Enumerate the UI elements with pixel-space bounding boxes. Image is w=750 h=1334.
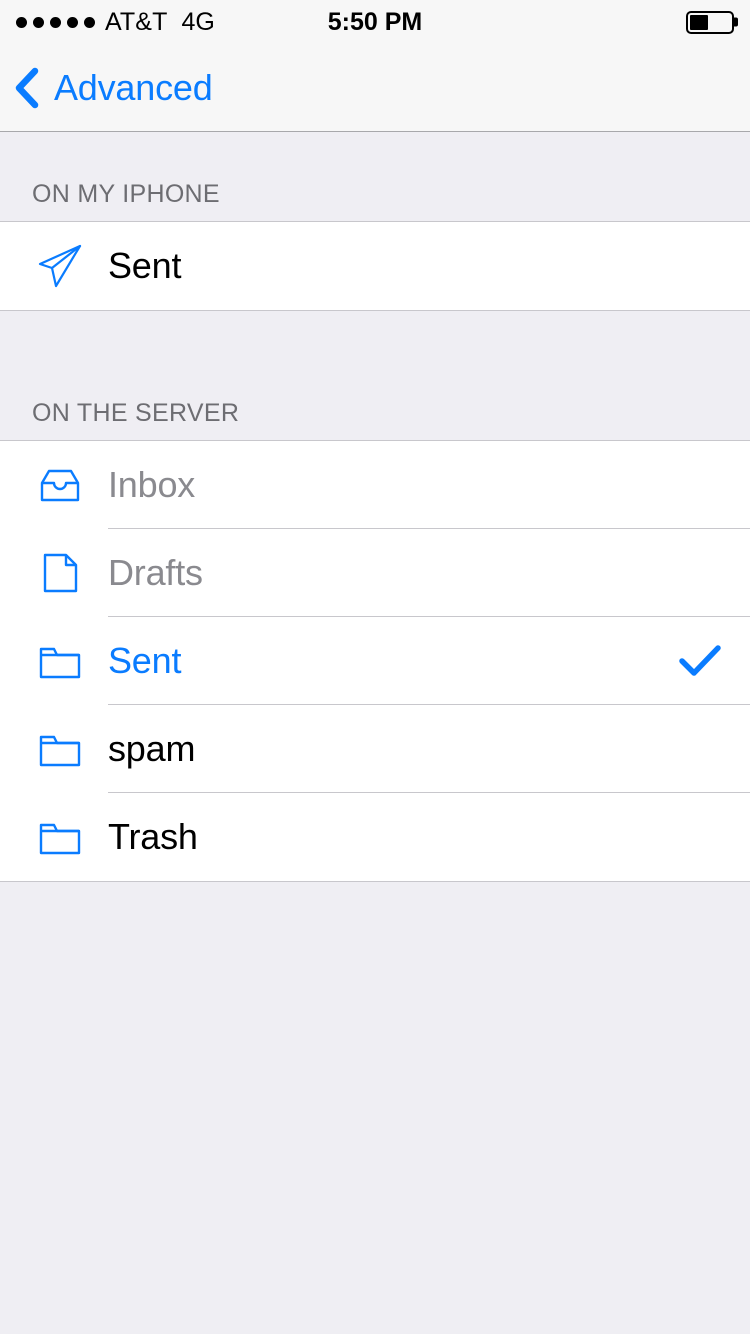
navigation-bar: Advanced — [0, 44, 750, 132]
battery-icon — [686, 10, 738, 34]
chevron-left-icon — [14, 66, 40, 110]
section-on-my-iphone: Sent — [0, 221, 750, 311]
row-server-inbox[interactable]: Inbox — [0, 441, 750, 529]
carrier-label: AT&T — [105, 7, 168, 36]
back-button-label: Advanced — [54, 66, 213, 108]
status-bar-left: AT&T 4G — [16, 8, 215, 37]
checkmark-icon — [678, 644, 722, 678]
row-server-drafts[interactable]: Drafts — [0, 529, 750, 617]
document-icon — [34, 547, 90, 599]
row-server-trash[interactable]: Trash — [0, 793, 750, 881]
folder-icon — [34, 811, 90, 863]
paper-plane-icon — [34, 240, 90, 292]
section-header-on-the-server: ON THE SERVER — [32, 399, 240, 427]
folder-icon — [34, 723, 90, 775]
row-label: Sent — [108, 640, 182, 681]
signal-strength-icon — [16, 16, 95, 28]
row-label: Trash — [108, 816, 198, 857]
row-label: Inbox — [108, 464, 196, 505]
section-gap — [0, 311, 750, 351]
back-button[interactable]: Advanced — [14, 66, 213, 110]
section-header-on-my-iphone: ON MY IPHONE — [32, 180, 220, 208]
section-on-the-server: Inbox Drafts Sent spam Trash — [0, 440, 750, 882]
network-type-label: 4G — [181, 7, 215, 36]
folder-icon — [34, 635, 90, 687]
status-bar-right — [686, 10, 738, 34]
row-label: Drafts — [108, 552, 203, 593]
inbox-tray-icon — [34, 459, 90, 511]
row-server-sent[interactable]: Sent — [0, 617, 750, 705]
row-label: Sent — [108, 245, 182, 286]
status-bar: AT&T 4G 5:50 PM — [0, 0, 750, 44]
row-on-my-iphone-sent[interactable]: Sent — [0, 222, 750, 310]
phone-screen: AT&T 4G 5:50 PM Advanced ON MY IPHONE Se… — [0, 0, 750, 1334]
row-server-spam[interactable]: spam — [0, 705, 750, 793]
settings-list: ON MY IPHONE Sent ON THE SERVER Inbox Dr… — [0, 132, 750, 882]
row-label: spam — [108, 728, 196, 769]
